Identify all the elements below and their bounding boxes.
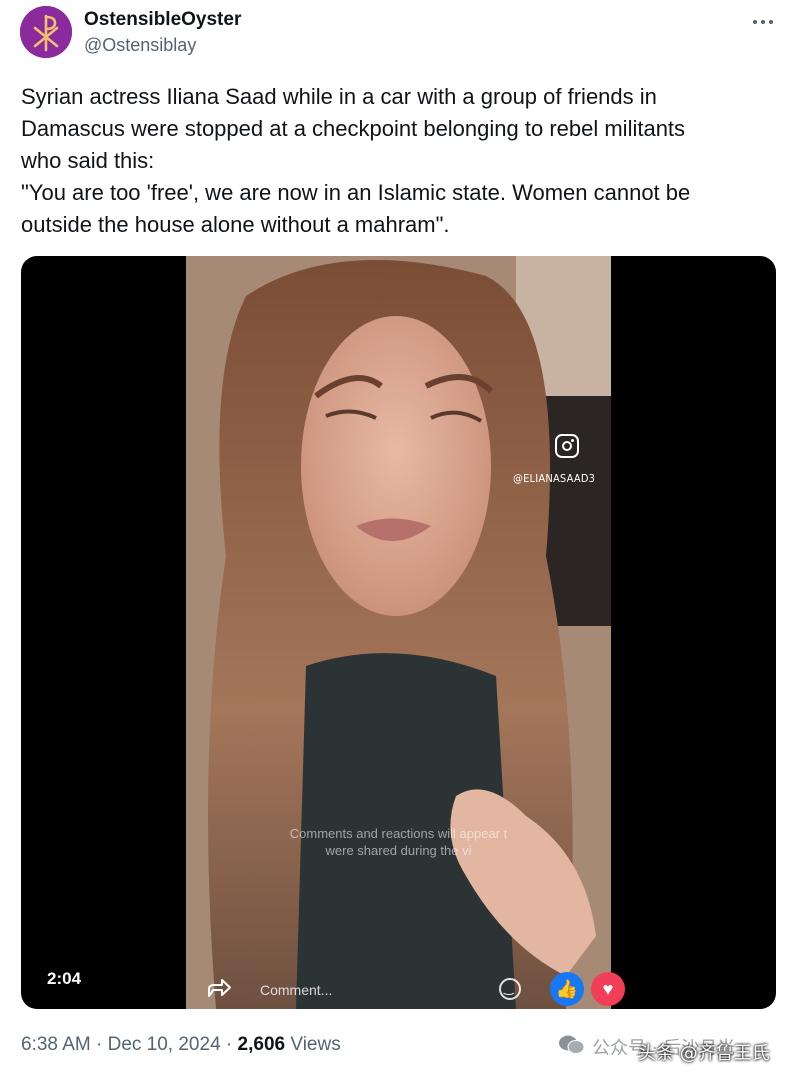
views-count: 2,606 (237, 1034, 286, 1055)
smile-icon[interactable] (499, 978, 521, 1000)
meta-separator: · (225, 1034, 233, 1055)
share-icon[interactable] (206, 976, 232, 1000)
post-text: Syrian actress Iliana Saad while in a ca… (21, 81, 761, 241)
post-header: OstensibleOyster @Ostensiblay (20, 6, 777, 62)
video-still-image (186, 256, 611, 1009)
post-text-line: who said this: (21, 148, 155, 173)
post-date[interactable]: Dec 10, 2024 (108, 1034, 221, 1055)
instagram-icon (555, 434, 579, 458)
author-display-name[interactable]: OstensibleOyster (84, 9, 241, 31)
meta-separator: · (96, 1034, 103, 1055)
wechat-icon (559, 1035, 585, 1054)
video-frame[interactable] (186, 256, 611, 1009)
post-text-line: "You are too 'free', we are now in an Is… (21, 180, 691, 205)
video-duration: 2:04 (47, 969, 82, 988)
video-overlay-message: Comments and reactions will appear t wer… (186, 825, 611, 859)
post-text-line: Syrian actress Iliana Saad while in a ca… (21, 84, 657, 109)
post-time[interactable]: 6:38 AM (21, 1034, 91, 1055)
post-text-line: outside the house alone without a mahram… (21, 212, 450, 237)
watermark-overlay-text: 头条 @齐鲁王氏 (638, 1043, 770, 1064)
video-overlay-message-line: Comments and reactions will appear t (289, 826, 508, 841)
video-overlay-message-line: were shared during the vi (325, 843, 472, 858)
author-avatar[interactable] (20, 6, 72, 58)
author-handle[interactable]: @Ostensiblay (84, 35, 196, 56)
video-player[interactable]: @ELIANASAAD3 Comments and reactions will… (21, 256, 776, 1009)
video-overlay-handle: @ELIANASAAD3 (513, 472, 596, 485)
watermark: 公众号 · 后沙月光 头条 @齐鲁王氏 (558, 1032, 797, 1064)
post-meta: 6:38 AM · Dec 10, 2024 · 2,606 Views (21, 1034, 341, 1056)
chi-rho-icon (20, 6, 72, 58)
video-reaction-bar: Comment... 👍 ♥ (186, 964, 625, 1009)
love-icon[interactable]: ♥ (591, 972, 625, 1006)
views-label: Views (290, 1034, 341, 1055)
like-icon[interactable]: 👍 (550, 972, 584, 1006)
comment-input[interactable]: Comment... (260, 982, 332, 998)
post-text-line: Damascus were stopped at a checkpoint be… (21, 116, 686, 141)
more-options-icon[interactable] (751, 12, 775, 32)
